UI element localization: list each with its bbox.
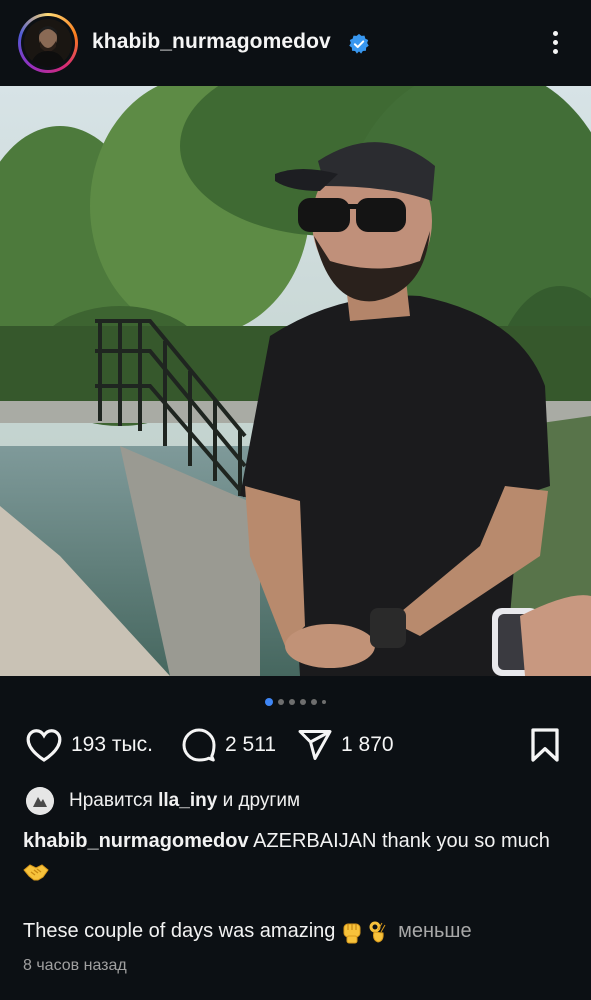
send-icon: [298, 730, 332, 760]
shares-count: 1 870: [341, 733, 394, 756]
more-options-button[interactable]: [545, 28, 565, 60]
avatar-image: [24, 19, 72, 67]
like-button[interactable]: 193 тыс.: [25, 723, 153, 767]
carousel-dot-active: [265, 697, 273, 706]
carousel-dot: [289, 698, 295, 705]
comment-icon: [182, 728, 216, 762]
caption-line2: These couple of days was amazing: [23, 920, 336, 942]
comments-count: 2 511: [225, 733, 276, 756]
avatar-person-icon: [24, 19, 72, 67]
profile-avatar[interactable]: [18, 13, 78, 73]
share-button[interactable]: 1 870: [297, 723, 394, 767]
liked-by-username[interactable]: lla_iny: [158, 790, 217, 811]
post-image: [0, 86, 591, 676]
post-header: khabib_nurmagomedov: [0, 0, 591, 86]
liked-by-text: Нравится lla_iny и другим: [69, 790, 300, 812]
liked-by-prefix: Нравится: [69, 790, 153, 811]
bookmark-icon: [531, 728, 559, 762]
caption-second-line: These couple of days was amazing меньше: [23, 916, 583, 946]
caption-line1: AZERBAIJAN thank you so much: [253, 830, 550, 852]
carousel-dot: [300, 698, 306, 705]
comment-button[interactable]: 2 511: [181, 723, 276, 767]
carousel-dot: [322, 699, 326, 704]
post-caption: khabib_nurmagomedov AZERBAIJAN thank you…: [23, 826, 568, 886]
more-vertical-icon: [552, 31, 558, 36]
caption-username[interactable]: khabib_nurmagomedov: [23, 830, 249, 852]
carousel-dot: [278, 698, 284, 705]
carousel-indicator: [0, 693, 591, 706]
show-less-link[interactable]: меньше: [398, 920, 472, 942]
post-timestamp: 8 часов назад: [23, 957, 127, 974]
liked-by-row[interactable]: Нравится lla_iny и другим: [26, 786, 300, 816]
raised-fist-emoji-icon: [343, 923, 361, 944]
liker-avatar: [26, 787, 54, 815]
carousel-dot: [311, 698, 317, 705]
liker-avatar-icon: [26, 787, 54, 815]
post-photo[interactable]: [0, 86, 591, 676]
heart-icon: [26, 729, 62, 762]
ok-hand-emoji-icon: [369, 921, 385, 943]
handshake-emoji-icon: [23, 864, 49, 881]
save-button[interactable]: [529, 723, 561, 767]
username-link[interactable]: khabib_nurmagomedov: [92, 30, 331, 54]
verified-badge-icon: [349, 33, 369, 54]
likes-count: 193 тыс.: [71, 733, 153, 756]
liked-by-suffix: и другим: [222, 790, 301, 811]
post-actions: 193 тыс. 2 511 1 870: [0, 723, 591, 767]
